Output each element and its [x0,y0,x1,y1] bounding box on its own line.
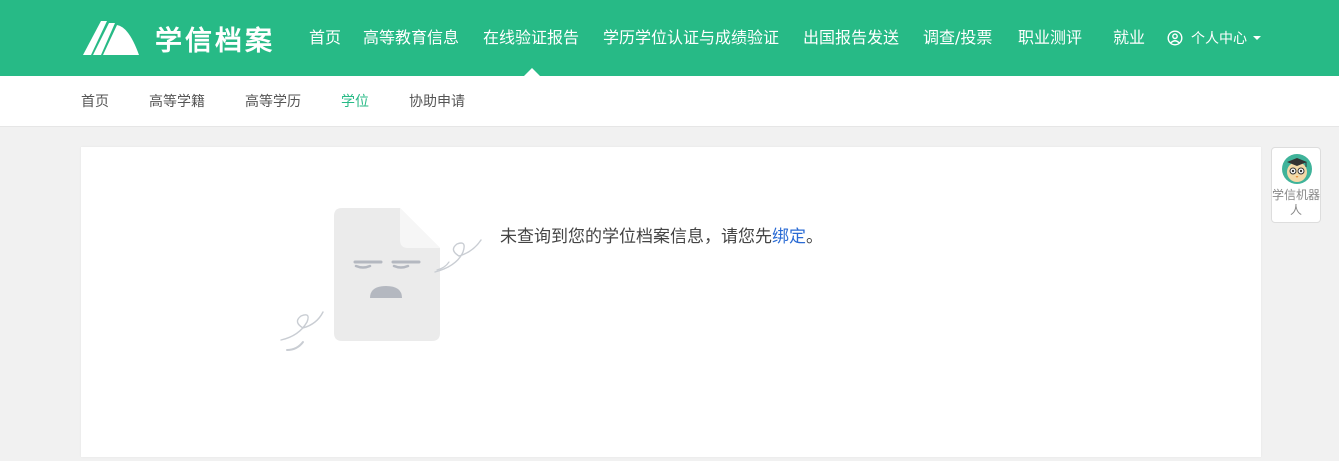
chevron-down-icon [1253,36,1261,40]
message-suffix: 。 [806,227,823,247]
nav-employment[interactable]: 就业 [1113,27,1145,49]
site-logo[interactable]: 学信档案 [81,18,275,58]
robot-avatar-icon [1282,154,1312,184]
user-center-label: 个人中心 [1191,31,1247,47]
empty-state-message: 未查询到您的学位档案信息，请您先绑定。 [500,225,823,249]
active-nav-indicator [524,68,540,76]
sad-document-icon [280,208,482,351]
book-logo-icon [83,21,139,55]
subnav-higher-education-record[interactable]: 高等学历 [245,93,301,111]
top-navigation-bar: 学信档案 首页 高等教育信息 在线验证报告 学历学位认证与成绩验证 出国报告发送… [0,0,1339,76]
subnav-assist-application[interactable]: 协助申请 [409,93,465,111]
nav-overseas-report-sending[interactable]: 出国报告发送 [803,27,899,49]
subnav-degree[interactable]: 学位 [341,93,369,111]
user-circle-icon [1167,30,1183,46]
logo-text: 学信档案 [155,25,275,57]
message-text: 未查询到您的学位档案信息，请您先 [500,227,772,247]
nav-higher-education-info[interactable]: 高等教育信息 [363,27,459,49]
sub-navigation: 首页 高等学籍 高等学历 学位 协助申请 [0,76,1339,127]
robot-assistant-widget[interactable]: 学信机器人 [1271,147,1321,223]
subnav-higher-enrollment[interactable]: 高等学籍 [149,93,205,111]
nav-career-assessment[interactable]: 职业测评 [1018,27,1082,49]
nav-online-verification-report[interactable]: 在线验证报告 [483,27,579,49]
content-card: 未查询到您的学位档案信息，请您先绑定。 [81,147,1261,457]
user-center-menu[interactable]: 个人中心 [1167,27,1261,49]
nav-survey-vote[interactable]: 调查/投票 [923,27,992,49]
bind-link[interactable]: 绑定 [772,227,806,247]
subnav-home[interactable]: 首页 [81,93,109,111]
nav-home[interactable]: 首页 [309,27,341,49]
robot-label: 学信机器人 [1272,188,1321,217]
nav-degree-certification[interactable]: 学历学位认证与成绩验证 [603,27,779,49]
